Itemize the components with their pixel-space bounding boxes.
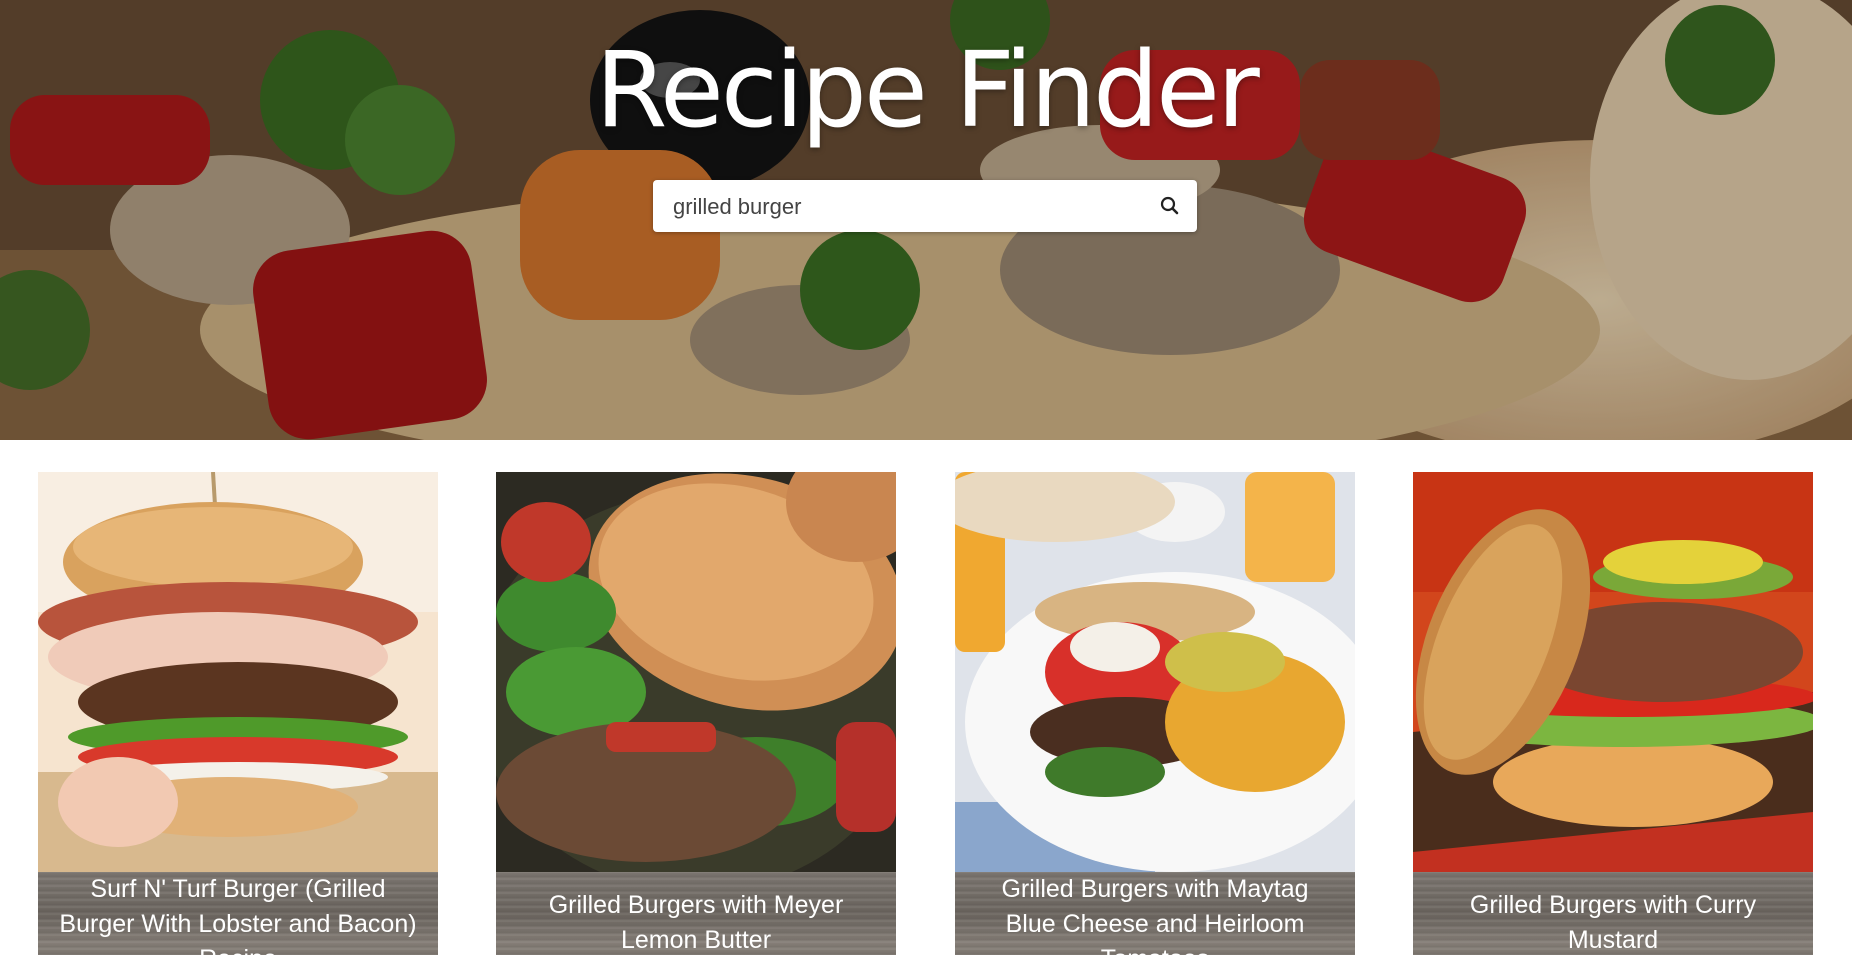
search-input[interactable] [671,180,1135,234]
recipe-image [38,472,438,872]
recipe-card[interactable]: Grilled Burgers with Curry Mustard [1413,472,1813,955]
recipe-caption: Grilled Burgers with Curry Mustard [1413,872,1813,955]
recipe-title[interactable]: Grilled Burgers with Curry Mustard [1433,888,1793,955]
recipe-results: Surf N' Turf Burger (Grilled Burger With… [0,472,1852,955]
recipe-title[interactable]: Grilled Burgers with Maytag Blue Cheese … [975,872,1335,955]
recipe-card[interactable]: Grilled Burgers with Meyer Lemon Butter [496,472,896,955]
recipe-card[interactable]: Grilled Burgers with Maytag Blue Cheese … [955,472,1355,955]
recipe-caption: Surf N' Turf Burger (Grilled Burger With… [38,872,438,955]
search-icon [1160,196,1179,215]
recipe-image [496,472,896,872]
recipe-card[interactable]: Surf N' Turf Burger (Grilled Burger With… [38,472,438,955]
recipe-title[interactable]: Grilled Burgers with Meyer Lemon Butter [516,888,876,955]
recipe-caption: Grilled Burgers with Maytag Blue Cheese … [955,872,1355,955]
recipe-image [1413,472,1813,872]
search-button[interactable] [1157,193,1183,219]
recipe-caption: Grilled Burgers with Meyer Lemon Butter [496,872,896,955]
search-box [653,180,1197,234]
recipe-image [955,472,1355,872]
page-title: Recipe Finder [595,29,1260,151]
recipe-title[interactable]: Surf N' Turf Burger (Grilled Burger With… [58,872,418,955]
